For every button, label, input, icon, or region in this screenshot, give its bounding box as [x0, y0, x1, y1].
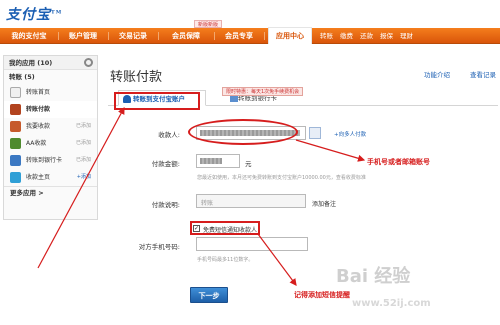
arrow-to-tab	[37, 106, 125, 269]
watermark-text: Bai 经验	[336, 266, 411, 287]
arrow-to-sms-note	[257, 233, 297, 286]
annotation-arrows	[37, 106, 366, 286]
watermark-url: www.52ij.com	[352, 298, 431, 309]
arrow-to-phone-note	[295, 139, 366, 162]
